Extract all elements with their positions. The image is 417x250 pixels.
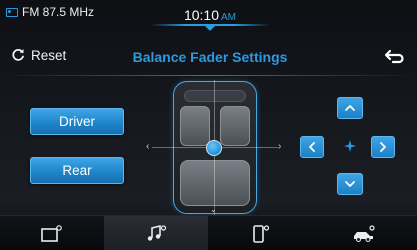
balance-left-button[interactable] [300, 136, 324, 158]
reset-button[interactable]: Reset [10, 47, 66, 63]
screen-settings-icon [41, 225, 62, 242]
header: Reset Balance Fader Settings [0, 40, 417, 80]
front-right-seat [220, 106, 250, 146]
clock-caret-icon [205, 26, 215, 31]
nav-phone-settings[interactable] [208, 216, 312, 250]
chevron-right-icon [380, 142, 386, 152]
balance-position-handle[interactable] [206, 140, 222, 156]
balance-fader-area[interactable]: ‹ › ⌄ [140, 75, 290, 220]
chevron-down-icon: ⌄ [210, 205, 217, 214]
fader-front-button[interactable] [337, 97, 363, 119]
nav-sound-settings[interactable] [104, 216, 208, 250]
radio-status: FM 87.5 MHz [6, 5, 94, 19]
balance-right-button[interactable] [371, 136, 395, 158]
front-left-seat [180, 106, 210, 146]
driver-preset-button[interactable]: Driver [30, 108, 124, 135]
vehicle-settings-icon [354, 225, 375, 242]
radio-frequency: FM 87.5 MHz [22, 5, 95, 19]
clock-time: 10:10 [183, 7, 220, 23]
chevron-right-icon: › [278, 141, 282, 152]
reset-label: Reset [31, 47, 67, 63]
chevron-down-icon [345, 181, 355, 187]
balance-fader-screen: FM 87.5 MHz 10:10 AM Reset Balance Fader … [0, 0, 417, 250]
chevron-left-icon: ‹ [146, 141, 150, 152]
fader-rear-button[interactable] [337, 173, 363, 195]
rear-preset-button[interactable]: Rear [30, 157, 124, 184]
radio-icon [6, 7, 18, 17]
page-title: Balance Fader Settings [132, 49, 288, 65]
back-arrow-icon [384, 49, 404, 64]
chevron-up-icon [345, 105, 355, 111]
back-button[interactable] [382, 45, 406, 69]
nav-vehicle-settings[interactable] [312, 216, 416, 250]
status-bar: FM 87.5 MHz 10:10 AM [0, 0, 417, 31]
center-reset-icon[interactable] [343, 139, 357, 153]
reset-icon [12, 48, 24, 61]
car-dashboard [184, 90, 246, 102]
clock: 10:10 AM [150, 0, 270, 31]
chevron-left-icon [309, 142, 315, 152]
bottom-navigation [0, 215, 417, 250]
music-settings-icon [147, 224, 167, 241]
nav-screen-settings[interactable] [0, 216, 104, 250]
rear-seat [180, 160, 250, 206]
phone-settings-icon [253, 225, 270, 243]
clock-ampm: AM [221, 12, 237, 23]
